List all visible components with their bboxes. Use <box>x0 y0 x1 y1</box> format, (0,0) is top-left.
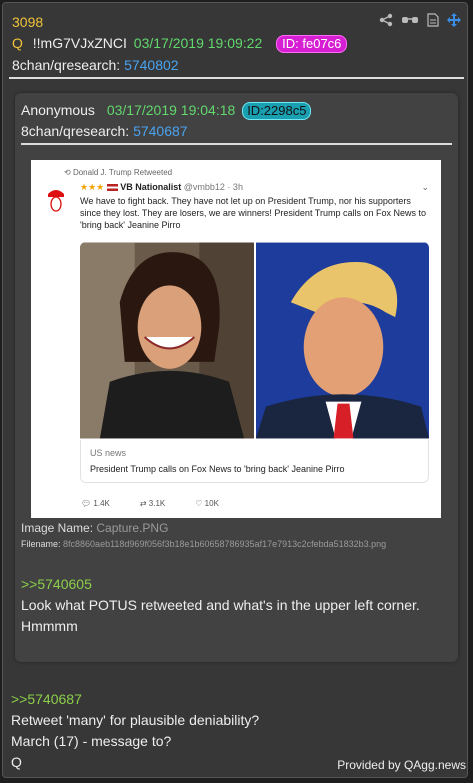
image-name-label: Image Name: <box>21 521 94 535</box>
post-datetime: 03/17/2019 19:09:22 <box>133 35 263 51</box>
tweet-screenshot-image[interactable]: ⟲ Donald J. Trump Retweeted ★★★ VB Natio… <box>31 160 441 518</box>
quoted-datetime: 03/17/2019 19:04:18 <box>106 102 236 118</box>
trump-photo <box>256 242 429 439</box>
quoted-board-name: 8chan/qresearch: <box>21 123 130 139</box>
quoted-post-link[interactable]: 5740687 <box>133 123 188 139</box>
post-source: 8chan/qresearch: 5740802 <box>12 57 179 73</box>
retweet-note: ⟲ Donald J. Trump Retweeted <box>64 168 173 177</box>
post-reply-link[interactable]: >>5740687 <box>11 691 82 707</box>
quoted-body-line-1: Look what POTUS retweeted and what's in … <box>21 597 420 613</box>
poster-id-badge[interactable]: ID: fe07c6 <box>276 35 348 53</box>
tweet-menu-chevron-icon[interactable]: ⌄ <box>421 182 429 193</box>
filename-label: Filename: <box>21 539 61 549</box>
image-name-row: Image Name: Capture.PNG <box>21 521 168 535</box>
filename-row: Filename: 8fc8860aeb118d969f056f3b18e1b6… <box>21 539 386 549</box>
post-header: Q !!mG7VJxZNCI 03/17/2019 19:09:22 ID: f… <box>12 35 348 53</box>
retweet-action[interactable]: ⇄ 3.1K <box>140 499 165 508</box>
post-body-line-1: Retweet 'many' for plausible deniability… <box>11 712 260 728</box>
reply-action[interactable]: 💬︎ 1.4K <box>81 499 110 508</box>
retweet-icon: ⇄ <box>139 499 147 508</box>
header-divider <box>9 77 464 79</box>
reply-icon: 💬︎ <box>81 499 92 508</box>
quoted-author: Anonymous <box>21 102 95 118</box>
tweet-text: We have to fight back. They have not let… <box>80 196 426 230</box>
tweet-link-card[interactable]: US news President Trump calls on Fox New… <box>80 440 429 483</box>
card-source: US news <box>90 448 127 458</box>
tweet-handle: @vmbb12 · 3h <box>183 182 243 192</box>
stars-icon: ★★★ <box>80 182 105 192</box>
board-name: 8chan/qresearch: <box>12 57 121 73</box>
quoted-divider <box>21 143 452 145</box>
move-arrows-icon[interactable] <box>447 13 461 27</box>
post-link[interactable]: 5740802 <box>124 57 179 73</box>
like-action[interactable]: ♡ 10K <box>195 499 219 508</box>
post-toolbar <box>379 13 461 27</box>
tripcode: !!mG7VJxZNCI <box>32 35 127 51</box>
quoted-reply-link[interactable]: >>5740605 <box>21 576 92 592</box>
share-icon[interactable] <box>379 13 393 27</box>
avatar <box>45 184 67 219</box>
post-body-line-3: Q <box>11 754 22 770</box>
quoted-id-badge[interactable]: ID:2298c5 <box>242 102 312 120</box>
post-body-line-2: March (17) - message to? <box>11 733 172 749</box>
quoted-header: Anonymous 03/17/2019 19:04:18 ID:2298c5 <box>21 102 312 120</box>
filename-value[interactable]: 8fc8860aeb118d969f056f3b18e1b60658786935… <box>63 539 386 549</box>
document-icon[interactable] <box>427 13 439 27</box>
pirro-photo <box>80 242 254 439</box>
provided-by-credit: Provided by QAgg.news <box>337 758 466 772</box>
retweet-small-icon: ⟲ <box>64 168 71 177</box>
us-flag-icon <box>106 184 118 192</box>
tweet-card-images <box>80 242 429 439</box>
quoted-source: 8chan/qresearch: 5740687 <box>21 123 188 139</box>
post-number: 3098 <box>12 14 44 30</box>
incognito-glasses-icon[interactable] <box>401 14 419 26</box>
image-name-value[interactable]: Capture.PNG <box>96 521 168 535</box>
quoted-body-line-2: Hmmmm <box>21 618 78 634</box>
tweet-display-name: VB Nationalist <box>120 182 182 192</box>
tweet-actions: 💬︎ 1.4K ⇄ 3.1K ♡ 10K <box>81 499 219 508</box>
tweet-user-line: ★★★ VB Nationalist @vmbb12 · 3h <box>80 182 243 193</box>
q-mark: Q <box>12 35 23 51</box>
heart-icon: ♡ <box>195 499 203 508</box>
card-title: President Trump calls on Fox News to 'br… <box>90 464 345 474</box>
